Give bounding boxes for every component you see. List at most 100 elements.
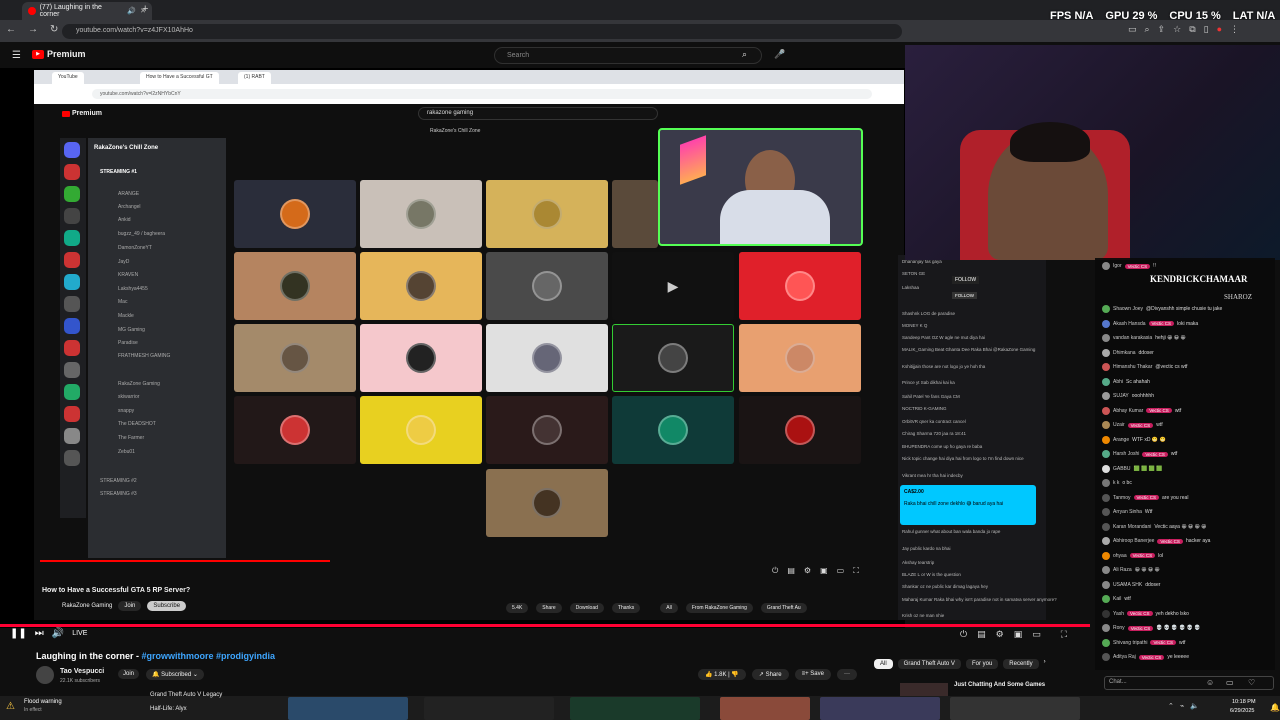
save-button[interactable]: ≡+ Save — [794, 669, 831, 680]
progress-bar[interactable] — [0, 624, 1090, 627]
settings-icon[interactable]: ⚙ — [996, 629, 1004, 640]
chip-recently[interactable]: Recently — [1003, 659, 1039, 669]
chat-username[interactable]: Ali Raza — [1113, 567, 1132, 573]
hamburger-icon[interactable]: ☰ — [12, 50, 21, 61]
reload-icon[interactable]: ↻ — [50, 24, 58, 35]
back-icon[interactable]: ← — [6, 24, 16, 35]
chip-all[interactable]: All — [874, 659, 893, 669]
speaker-icon[interactable]: 🔊 — [127, 7, 136, 15]
chat-avatar — [1102, 450, 1110, 458]
extensions-icon[interactable]: ⧉ — [1189, 24, 1195, 35]
network-icon[interactable]: ⌁ — [1180, 702, 1184, 710]
inner-player-controls: ⏻ ▤ ⚙ ▣ ▭ ⛶ — [772, 566, 859, 576]
taskbar-thumbnail[interactable] — [820, 697, 940, 720]
chat-username[interactable]: Rony — [1113, 625, 1125, 631]
chat-username[interactable]: Akash Hansda — [1113, 321, 1146, 327]
chat-username[interactable]: Dhimkana — [1113, 350, 1136, 356]
subtitles-icon[interactable]: ▤ — [977, 629, 986, 640]
join-button[interactable]: Join — [118, 669, 140, 679]
chat-username[interactable]: USAMA SHK — [1113, 582, 1142, 588]
share-icon[interactable]: ⇪ — [1158, 24, 1166, 35]
channel-avatar[interactable] — [36, 666, 54, 684]
chip-gta[interactable]: Grand Theft Auto V — [897, 659, 961, 669]
title-hashtags[interactable]: #growwithmoore #prodigyindia — [142, 651, 276, 661]
chat-username[interactable]: Abhi — [1113, 379, 1123, 385]
chevron-up-icon[interactable]: ⌃ — [1168, 702, 1174, 710]
chat-username[interactable]: Himanshu Thakar — [1113, 364, 1152, 370]
follow-alert-label: FOLLOW — [952, 292, 978, 299]
chat-username[interactable]: Shaown Joey — [1113, 306, 1143, 312]
chat-username[interactable]: Igor — [1113, 263, 1122, 269]
chat-username[interactable]: Tanmoy — [1113, 495, 1131, 501]
browser-tab[interactable]: (77) Laughing in the corner 🔊 ✕ — [22, 2, 152, 20]
chat-username[interactable]: GABBU — [1113, 466, 1131, 472]
next-icon[interactable]: ⏭ — [35, 628, 44, 639]
profile-icon[interactable]: ● — [1217, 24, 1222, 35]
chat-username[interactable]: ohyaa — [1113, 553, 1127, 559]
miniplayer-icon[interactable]: ▣ — [1014, 629, 1023, 640]
volume-tray-icon[interactable]: 🔈 — [1190, 702, 1199, 710]
taskbar-halflife[interactable]: Half-Life: Alyx — [150, 706, 187, 712]
search-input[interactable]: Search — [494, 47, 762, 64]
zoom-icon[interactable]: ⌕ — [1145, 24, 1150, 35]
chat-username[interactable]: Kail — [1113, 596, 1121, 602]
discord-user: MG Gaming — [118, 327, 145, 333]
taskbar-thumbnail[interactable] — [570, 697, 700, 720]
cast-icon[interactable]: ▭ — [1128, 24, 1137, 35]
like-button[interactable]: 👍 1.8K | 👎 — [698, 669, 746, 680]
chat-username[interactable]: Abhiroop Banerjee — [1113, 538, 1154, 544]
inner-chat-message: Shankar oz ne public kar dimag lagaya he… — [902, 584, 989, 589]
pause-icon[interactable]: ❚❚ — [10, 628, 27, 639]
channel-name[interactable]: Tao Vespucci — [60, 668, 104, 675]
emoji-icon[interactable]: ☺ — [1206, 678, 1214, 687]
live-badge[interactable]: LIVE — [72, 630, 87, 639]
more-button[interactable]: ··· — [836, 669, 857, 680]
chat-username[interactable]: Shivang tripathi — [1113, 640, 1147, 646]
chat-username[interactable]: Karan Morandani — [1113, 524, 1151, 530]
chat-username[interactable]: Abhay Kumar — [1113, 408, 1143, 414]
recommended-title[interactable]: Just Chatting And Some Games — [954, 682, 1045, 688]
youtube-logo[interactable]: ▶ Premium — [32, 49, 86, 59]
weather-title[interactable]: Flood warning — [24, 699, 62, 705]
chat-username[interactable]: Aditya Raj — [1113, 654, 1136, 660]
taskbar-gta[interactable]: Grand Theft Auto V Legacy — [150, 692, 222, 698]
chat-username[interactable]: Yash — [1113, 611, 1124, 617]
chat-username[interactable]: Uzair — [1113, 422, 1125, 428]
subscribed-button[interactable]: 🔔 Subscribed ⌄ — [146, 669, 204, 680]
notification-icon[interactable]: 🔔 — [1270, 703, 1280, 712]
sidebar-icon[interactable]: ▯ — [1204, 24, 1209, 35]
bits-icon[interactable]: ▭ — [1226, 678, 1234, 687]
chat-username[interactable]: k k — [1113, 480, 1119, 486]
discord-tile: ▶ — [612, 252, 734, 320]
theater-icon[interactable]: ▭ — [1032, 629, 1041, 640]
menu-icon[interactable]: ⋮ — [1230, 24, 1239, 35]
clock-date[interactable]: 6/29/2025 — [1230, 708, 1254, 714]
bookmark-icon[interactable]: ☆ — [1173, 24, 1181, 35]
chat-username[interactable]: Arange — [1113, 437, 1129, 443]
clock-time[interactable]: 10:18 PM — [1232, 699, 1256, 705]
forward-icon[interactable]: → — [28, 24, 38, 35]
chat-username[interactable]: vandan karakasia — [1113, 335, 1152, 341]
discord-user: Archangel — [118, 204, 141, 210]
chevron-right-icon[interactable]: › — [1044, 659, 1046, 669]
inner-logo-text: Premium — [72, 110, 102, 117]
taskbar-thumbnail[interactable] — [950, 697, 1080, 720]
url-field[interactable]: youtube.com/watch?v=z4JFX10AhHo — [62, 24, 902, 39]
chat-username[interactable]: Arryan Sinha — [1113, 509, 1142, 515]
heart-icon[interactable]: ♡ — [1248, 678, 1255, 687]
chat-username[interactable]: Harsh Joshi — [1113, 451, 1139, 457]
fullscreen-icon[interactable]: ⛶ — [1061, 629, 1067, 640]
taskbar-thumbnail[interactable] — [720, 697, 810, 720]
taskbar-thumbnail[interactable] — [288, 697, 408, 720]
search-icon[interactable]: ⌕ — [742, 49, 747, 60]
chat-username[interactable]: SUJAY — [1113, 393, 1129, 399]
new-tab-icon[interactable]: + — [142, 3, 148, 15]
taskbar-thumbnail[interactable] — [424, 697, 554, 720]
share-button[interactable]: ↗ Share — [751, 669, 789, 680]
avatar — [280, 199, 310, 229]
chip-for-you[interactable]: For you — [965, 659, 999, 669]
weather-icon[interactable]: ⚠ — [6, 701, 15, 712]
volume-icon[interactable]: 🔊 — [52, 628, 64, 639]
autoplay-icon[interactable]: ⏻ — [960, 629, 967, 640]
mic-icon[interactable]: 🎤 — [774, 49, 785, 60]
